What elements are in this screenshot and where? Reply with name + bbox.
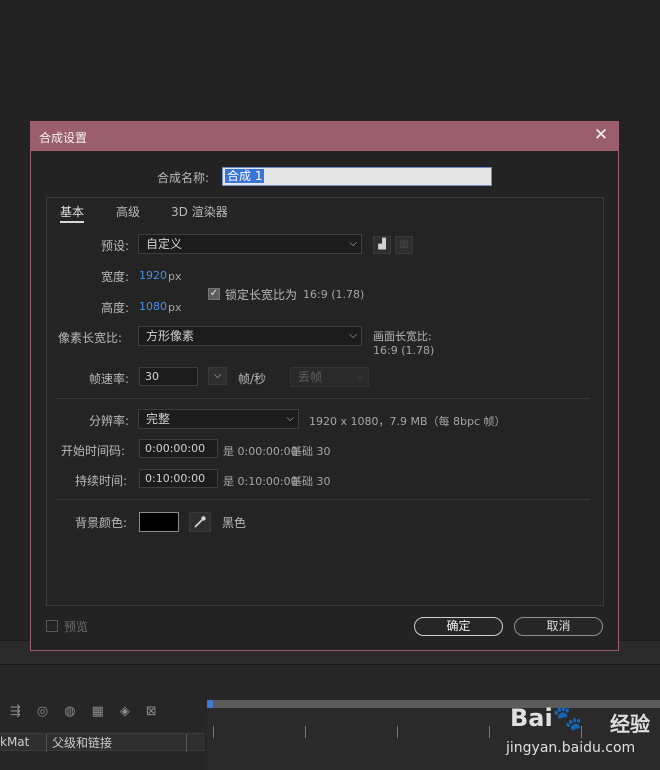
start-timecode-label: 开始时间码: (61, 444, 126, 458)
column-separator (46, 734, 47, 752)
divider (56, 499, 590, 500)
composition-name-input[interactable]: 合成 1 (222, 167, 492, 186)
chevron-down-icon: ⌵ (213, 370, 222, 381)
eyedropper-button[interactable] (189, 512, 211, 532)
duration-base: 基础 30 (291, 475, 331, 488)
frame-rate-input[interactable]: 30 (139, 367, 198, 386)
start-timecode-is: 是 0:00:00:00 (223, 445, 298, 458)
current-time-indicator[interactable] (207, 700, 213, 708)
chevron-down-icon: ⌵ (349, 330, 357, 341)
frame-aspect-label: 画面长宽比: (373, 330, 432, 343)
drop-frame-select: 丢帧 ⌵ (290, 367, 369, 387)
height-unit: px (168, 301, 182, 314)
baidu-jingyan-watermark: Bai🐾 经验 jingyan.baidu.com (500, 700, 660, 770)
lock-aspect-checkbox[interactable]: ✓ (208, 288, 220, 300)
trkmat-column-header[interactable]: kMat (0, 735, 29, 749)
composition-name-label: 合成名称: (157, 171, 210, 185)
shy-icon[interactable]: ⇶ (10, 704, 21, 719)
watermark-url: jingyan.baidu.com (506, 740, 636, 756)
duration-is: 是 0:10:00:00 (223, 475, 298, 488)
lock-aspect-ratio: 16:9 (1.78) (303, 288, 365, 301)
pixel-aspect-select[interactable]: 方形像素 ⌵ (138, 326, 362, 346)
resolution-value: 完整 (146, 412, 171, 426)
tab-advanced[interactable]: 高级 (116, 203, 140, 220)
frame-blend-icon[interactable]: ▦ (92, 704, 104, 719)
solo-icon[interactable]: ◎ (37, 704, 48, 719)
motion-blur-icon[interactable]: ◍ (64, 704, 75, 719)
cancel-button[interactable]: 取消 (514, 617, 603, 636)
dialog-titlebar: 合成设置 ✕ (31, 122, 618, 151)
preset-value: 自定义 (146, 237, 183, 251)
baidu-logo: Bai🐾 (510, 704, 583, 732)
ok-button[interactable]: 确定 (414, 617, 503, 636)
chevron-down-icon: ⌵ (286, 413, 294, 424)
drop-frame-value: 丢帧 (298, 370, 323, 384)
column-separator (186, 734, 187, 752)
graph-icon[interactable]: ◈ (120, 704, 130, 719)
preview-label: 预览 (64, 620, 89, 634)
layer-switch-icons: ⇶ ◎ ◍ ▦ ◈ ⊠ (10, 704, 157, 719)
pixel-aspect-label: 像素长宽比: (58, 331, 123, 345)
resolution-select[interactable]: 完整 ⌵ (138, 409, 299, 429)
background-color-label: 背景颜色: (75, 516, 128, 530)
background-color-name: 黑色 (222, 516, 247, 530)
baidu-logo-text: Bai (510, 704, 553, 732)
background-color-swatch[interactable] (139, 512, 179, 532)
eyedropper-icon (194, 516, 206, 528)
width-label: 宽度: (101, 270, 130, 284)
preview-checkbox[interactable] (46, 620, 58, 632)
frame-aspect-value: 16:9 (1.78) (373, 344, 435, 357)
frame-rate-dropdown[interactable]: ⌵ (208, 367, 227, 385)
preset-label: 预设: (101, 239, 130, 253)
width-value[interactable]: 1920 (139, 269, 167, 282)
start-timecode-base: 基础 30 (291, 445, 331, 458)
layer-column-header: kMat 父级和链接 (0, 733, 205, 752)
composition-name-selection: 合成 1 (225, 169, 265, 183)
parent-link-column-header[interactable]: 父级和链接 (52, 734, 112, 751)
divider (56, 398, 590, 399)
pixel-aspect-value: 方形像素 (146, 329, 195, 343)
settings-tab-panel (46, 197, 604, 606)
width-unit: px (168, 270, 182, 283)
chevron-down-icon: ⌵ (356, 371, 364, 382)
height-value[interactable]: 1080 (139, 300, 167, 313)
composition-settings-dialog: 合成设置 ✕ 合成名称: 合成 1 基本 高级 3D 渲染器 预设: 自定义 ⌵… (30, 121, 619, 651)
jingyan-text: 经验 (610, 712, 650, 736)
preset-select[interactable]: 自定义 ⌵ (138, 234, 362, 254)
frame-rate-label: 帧速率: (89, 372, 130, 386)
start-timecode-input[interactable]: 0:00:00:00 (139, 439, 218, 458)
resolution-label: 分辨率: (89, 414, 130, 428)
tab-3d-renderer[interactable]: 3D 渲染器 (171, 203, 228, 220)
tab-basic[interactable]: 基本 (60, 203, 85, 223)
resolution-info: 1920 x 1080，7.9 MB（每 8bpc 帧） (309, 415, 506, 428)
height-label: 高度: (101, 301, 130, 315)
duration-input[interactable]: 0:10:00:00 (139, 469, 218, 488)
paw-icon: 🐾 (552, 704, 583, 732)
chevron-down-icon: ⌵ (349, 238, 357, 249)
expand-icon[interactable]: ⊠ (146, 704, 157, 719)
frame-rate-unit: 帧/秒 (238, 372, 267, 386)
close-icon[interactable]: ✕ (592, 126, 610, 144)
dialog-title: 合成设置 (39, 131, 88, 145)
lock-aspect-label: 锁定长宽比为 (225, 288, 298, 302)
save-preset-icon[interactable]: ▟ (373, 236, 391, 254)
duration-label: 持续时间: (75, 474, 128, 488)
delete-preset-icon: ▥ (395, 236, 413, 254)
